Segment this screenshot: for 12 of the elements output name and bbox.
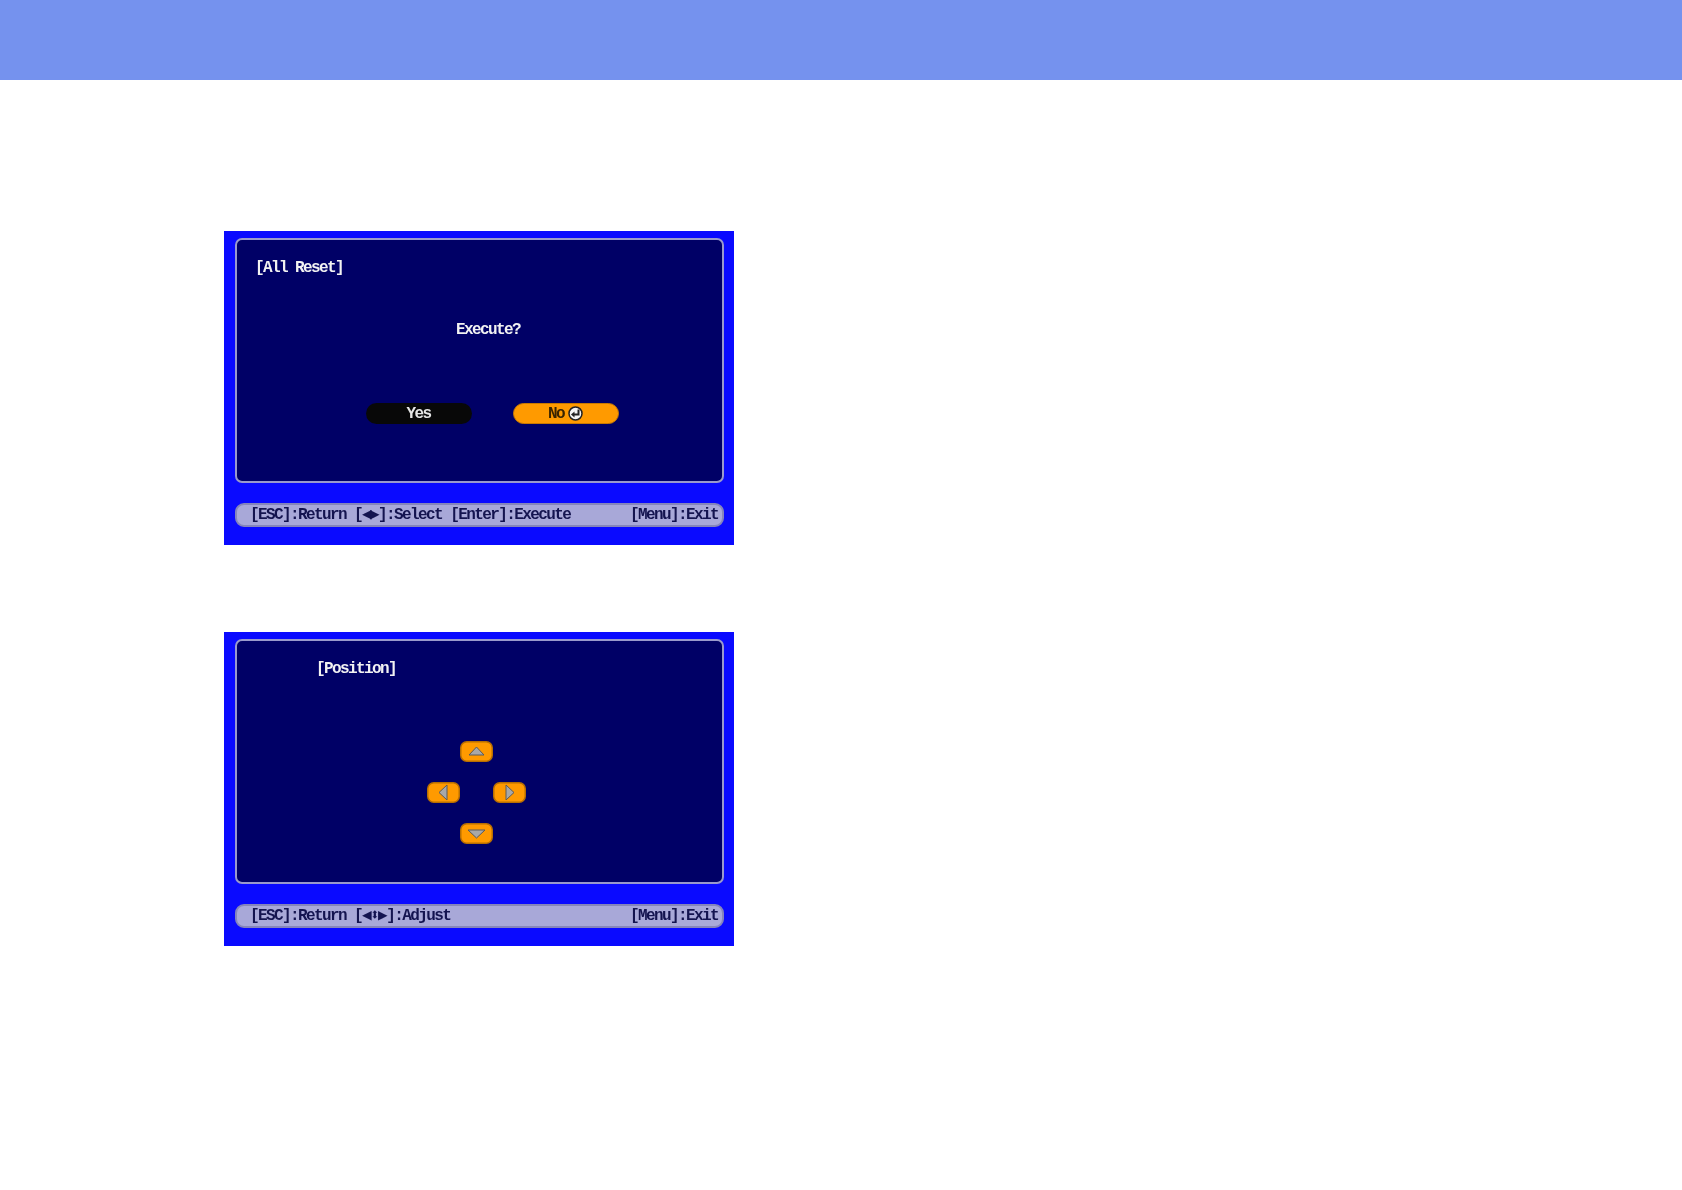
help-hint: [◀▶]:Select (354, 506, 443, 524)
help-hint: [Menu]:Exit (629, 506, 718, 524)
help-hint: [Menu]:Exit (629, 907, 718, 925)
dialog-message: Execute? (456, 321, 520, 339)
dialog-title: [Position] (316, 660, 397, 678)
help-hint: [◀⬍▶]:Adjust (354, 907, 451, 925)
dialog-title: [All Reset] (255, 259, 344, 277)
help-hint: [Enter]:Execute (450, 506, 571, 524)
dialog-button[interactable]: Yes (365, 403, 472, 424)
help-hint: [ESC]:Return (250, 506, 347, 524)
help-hint: [ESC]:Return (250, 907, 347, 925)
dialog-button[interactable]: No (512, 403, 619, 424)
